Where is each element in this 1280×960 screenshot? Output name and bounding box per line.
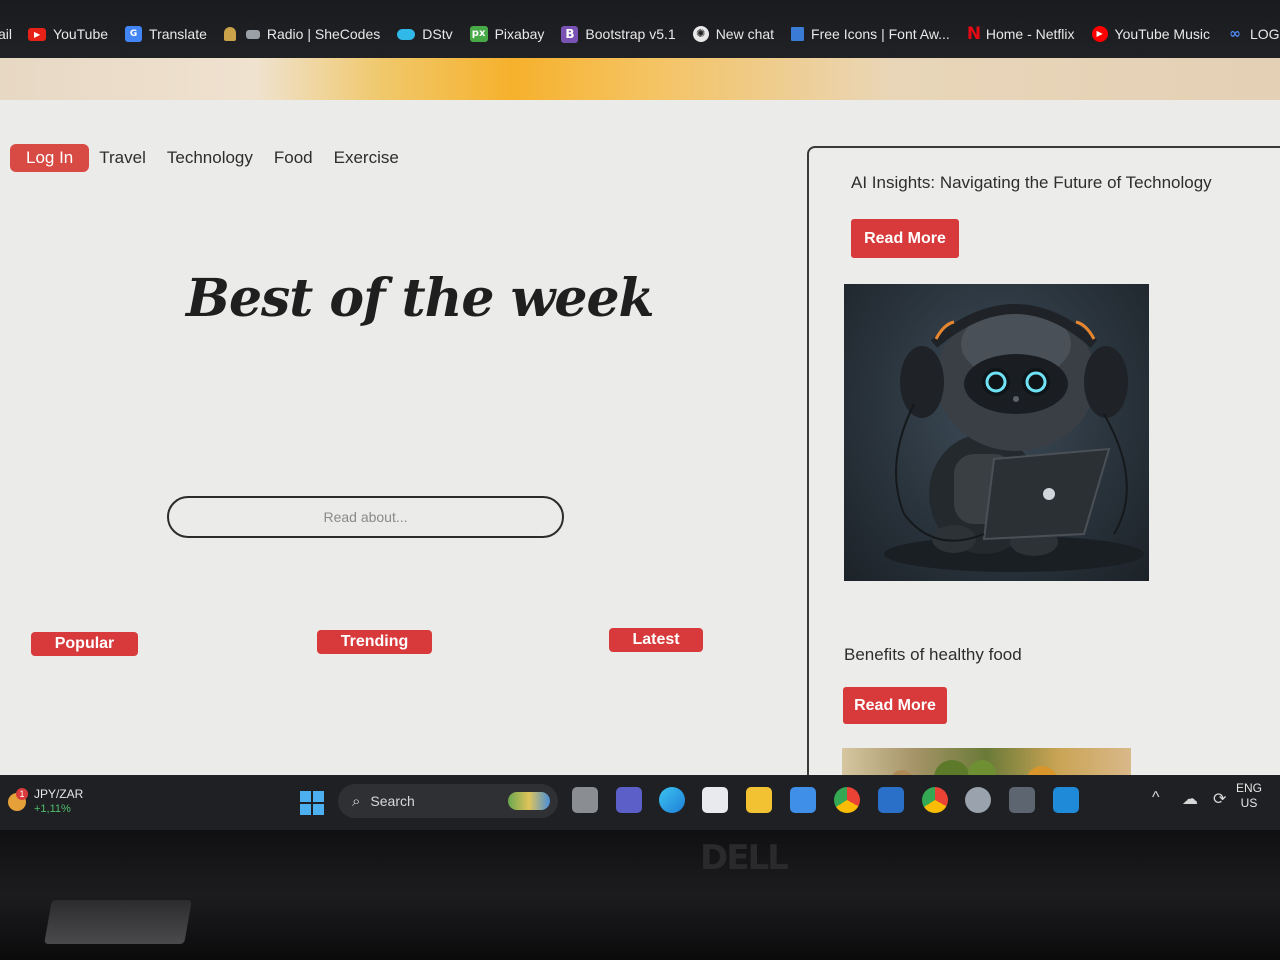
- search-icon: ⌕: [352, 792, 361, 810]
- ticker-change: +1,11%: [34, 803, 71, 815]
- taskbar-search-label: Search: [370, 793, 415, 809]
- folder-icon: [245, 29, 260, 39]
- nav-item-exercise[interactable]: Exercise: [334, 148, 399, 168]
- vscode-icon[interactable]: [1053, 787, 1079, 813]
- notification-badge: 1: [16, 788, 28, 800]
- robot-illustration: [884, 304, 1144, 572]
- bookmark-new-chat[interactable]: ✺ New chat: [692, 26, 775, 42]
- login-button[interactable]: Log In: [10, 144, 90, 172]
- robot-image[interactable]: [844, 284, 1149, 581]
- read-more-button-ai[interactable]: Read More: [851, 219, 959, 258]
- hero-title: Best of the week: [186, 268, 655, 329]
- task-view-icon[interactable]: [572, 787, 598, 813]
- bookmark-label: Radio | SheCodes: [266, 26, 381, 42]
- netflix-icon: N: [966, 24, 982, 44]
- laptop-bezel: [0, 830, 1280, 960]
- chevron-up-icon[interactable]: ^: [1152, 789, 1160, 807]
- nav-item-food[interactable]: Food: [274, 148, 313, 168]
- blog-page: Log In Travel Technology Food Exercise B…: [0, 100, 1280, 788]
- pixabay-icon: px: [469, 26, 488, 42]
- bookmark-bootstrap[interactable]: B Bootstrap v5.1: [561, 25, 676, 43]
- laptop-hinge: [44, 900, 192, 944]
- currency-icon: 1: [8, 788, 28, 811]
- bookmark-label: YouTube Music: [1114, 26, 1210, 42]
- bookmark-label: Translate: [149, 26, 207, 42]
- post-title-ai: AI Insights: Navigating the Future of Te…: [851, 173, 1212, 192]
- windows-start-icon[interactable]: [300, 791, 324, 815]
- nav-item-technology[interactable]: Technology: [167, 148, 253, 168]
- store-icon[interactable]: [702, 787, 728, 813]
- translate-icon: G: [125, 26, 143, 42]
- logo-com-icon: ∞: [1229, 26, 1241, 42]
- bookmark-label: YouTube: [53, 26, 109, 42]
- teams-icon[interactable]: [616, 787, 642, 813]
- bookmarks-bar: ail ▶ YouTube G Translate Radio | SheCod…: [0, 0, 1280, 58]
- youtube-music-icon: ▶: [1091, 26, 1108, 42]
- bookmark-pixabay[interactable]: px Pixabay: [469, 26, 545, 42]
- nav-item-travel[interactable]: Travel: [99, 148, 146, 168]
- tag-popular[interactable]: Popular: [31, 632, 138, 656]
- remote-desktop-icon[interactable]: [878, 787, 904, 813]
- windows-taskbar: 1 JPY/ZAR +1,11% ⌕ Search ^ ☁ ⟳ ENG US: [0, 775, 1280, 830]
- bookmark-label: Home - Netflix: [985, 26, 1075, 42]
- bookmark-label: Free Icons | Font Aw...: [811, 26, 950, 42]
- chrome-profile-icon[interactable]: [922, 787, 948, 813]
- cloud-icon[interactable]: ☁: [1182, 789, 1198, 809]
- bookmark-youtube-music[interactable]: ▶ YouTube Music: [1091, 26, 1210, 42]
- bookmark-radio-shecodes[interactable]: Radio | SheCodes: [245, 26, 381, 42]
- language-label: ENG: [1235, 781, 1262, 795]
- search-input[interactable]: [167, 496, 564, 538]
- ticker-widget[interactable]: 1 JPY/ZAR +1,11%: [8, 787, 83, 817]
- hero-image-strip: [0, 58, 1280, 100]
- sync-icon[interactable]: ⟳: [1213, 789, 1226, 809]
- bookmark-font-awesome[interactable]: Free Icons | Font Aw...: [791, 26, 950, 42]
- region-label: US: [1240, 796, 1258, 810]
- bookmark-label: Pixabay: [494, 26, 545, 42]
- bookmark-label: ail: [0, 26, 13, 42]
- chatgpt-icon: ✺: [692, 26, 709, 42]
- bookmark-label: DStv: [422, 26, 453, 42]
- bookmark-translate[interactable]: G Translate: [125, 26, 207, 42]
- tag-trending[interactable]: Trending: [317, 630, 432, 654]
- dell-logo: DELL: [700, 838, 789, 878]
- bookmark-label: LOGO.com: [1249, 26, 1280, 42]
- youtube-icon: ▶: [28, 27, 47, 41]
- taskbar-search[interactable]: ⌕ Search: [338, 784, 558, 818]
- main-nav: Log In Travel Technology Food Exercise: [10, 144, 420, 172]
- read-more-button-healthy-food[interactable]: Read More: [843, 687, 947, 724]
- lock-icon: [223, 27, 236, 41]
- chrome-icon[interactable]: [834, 787, 860, 813]
- flag-icon: [791, 27, 805, 41]
- bookmark-netflix[interactable]: N Home - Netflix: [966, 24, 1075, 44]
- calculator-icon[interactable]: [1009, 787, 1035, 813]
- bookmark-mail[interactable]: ail: [0, 26, 12, 42]
- post-title-healthy-food: Benefits of healthy food: [844, 645, 1022, 664]
- search-highlight-icon: [508, 792, 550, 810]
- bookmark-logo-com[interactable]: ∞ LOGO.com: [1227, 26, 1280, 42]
- edge-icon[interactable]: [659, 787, 685, 813]
- file-explorer-icon[interactable]: [746, 787, 772, 813]
- settings-gear-icon[interactable]: [965, 787, 991, 813]
- laptop-screen: ail ▶ YouTube G Translate Radio | SheCod…: [0, 0, 1280, 830]
- mail-icon[interactable]: [790, 787, 816, 813]
- bookmark-dstv[interactable]: DStv: [397, 26, 453, 42]
- bookmark-lock[interactable]: [223, 27, 236, 41]
- tag-latest[interactable]: Latest: [609, 628, 703, 652]
- ticker-name: JPY/ZAR: [34, 787, 84, 801]
- dstv-icon: [397, 28, 416, 40]
- bookmark-label: Bootstrap v5.1: [585, 26, 676, 42]
- bookmark-label: New chat: [715, 26, 775, 42]
- language-indicator[interactable]: ENG US: [1236, 781, 1262, 811]
- bootstrap-icon: B: [561, 25, 579, 43]
- sidebar-card: AI Insights: Navigating the Future of Te…: [807, 146, 1280, 788]
- bookmark-youtube[interactable]: ▶ YouTube: [28, 26, 108, 42]
